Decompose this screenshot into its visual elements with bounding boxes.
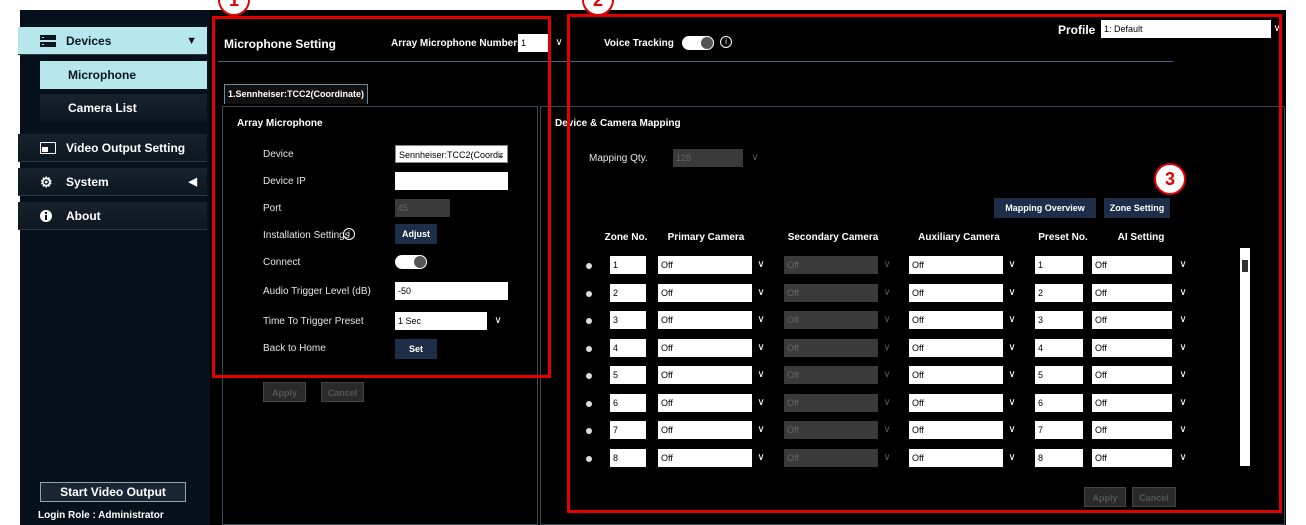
annotation-callout-3: 3 bbox=[1154, 163, 1186, 195]
caret-down-icon: ▼ bbox=[186, 34, 197, 47]
sidebar-item-label: System bbox=[66, 174, 109, 189]
cancel-button[interactable]: Cancel bbox=[321, 382, 364, 402]
sidebar-item-video-output[interactable]: Video Output Setting bbox=[18, 134, 207, 162]
sidebar-item-label: Microphone bbox=[68, 68, 136, 82]
annotation-box-1 bbox=[212, 16, 551, 378]
monitor-icon bbox=[40, 141, 56, 154]
sidebar-item-camera-list[interactable]: Camera List bbox=[40, 94, 207, 122]
sidebar-item-about[interactable]: About bbox=[18, 202, 207, 230]
devices-icon bbox=[40, 34, 56, 47]
gear-icon: ⚙ bbox=[40, 173, 53, 190]
sidebar-item-devices[interactable]: Devices ▼ bbox=[18, 27, 207, 55]
sidebar-item-label: Devices bbox=[66, 33, 112, 48]
annotation-box-2 bbox=[567, 14, 1282, 513]
apply-button[interactable]: Apply bbox=[263, 382, 306, 402]
sidebar-item-label: Video Output Setting bbox=[66, 140, 186, 155]
sidebar-item-label: Camera List bbox=[68, 101, 137, 115]
chevron-down-icon[interactable]: ∨ bbox=[550, 34, 568, 52]
login-role: Login Role : Administrator bbox=[38, 510, 164, 521]
sidebar-item-system[interactable]: ⚙ System ◀ bbox=[18, 168, 207, 196]
info-icon bbox=[40, 209, 56, 222]
start-video-output-button[interactable]: Start Video Output bbox=[40, 482, 186, 502]
caret-left-icon: ◀ bbox=[188, 176, 197, 188]
sidebar-item-microphone[interactable]: Microphone bbox=[40, 61, 207, 89]
sidebar-item-label: About bbox=[66, 208, 101, 223]
